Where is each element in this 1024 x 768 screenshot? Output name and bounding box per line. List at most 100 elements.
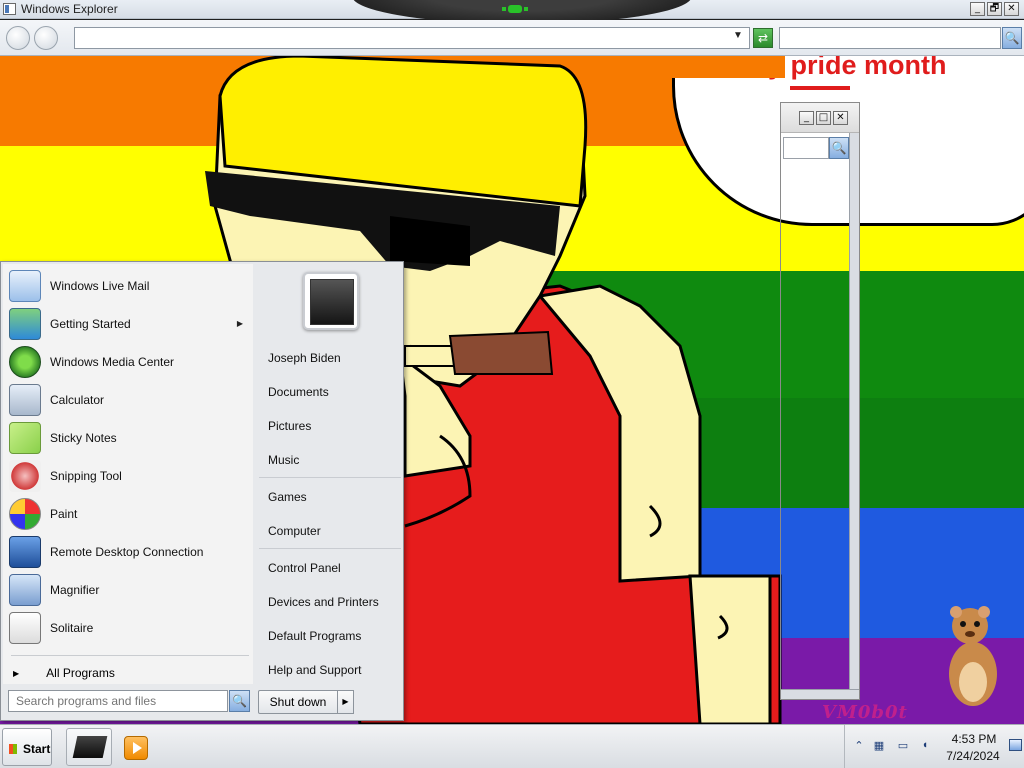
cards-icon: [9, 612, 41, 644]
background-window-frame: [849, 133, 859, 699]
clock-time[interactable]: 4:53 PM: [943, 732, 1005, 746]
start-menu: Windows Live Mail Getting Started ▶ Wind…: [0, 261, 404, 721]
submenu-arrow-icon: ▶: [236, 319, 243, 328]
speech-bubble-text-fragment: [790, 86, 850, 94]
magnifier-icon: [9, 574, 41, 606]
volume-icon[interactable]: ◖: [917, 739, 933, 753]
speech-bubble-text: y pride month: [768, 56, 947, 80]
sticky-notes-icon: [9, 422, 41, 454]
show-hidden-icons-icon[interactable]: ⌃: [851, 739, 867, 753]
start-label: Start: [23, 742, 51, 756]
place-item-default-programs[interactable]: Default Programs: [268, 629, 361, 643]
background-window-controls: _ □ ✕: [799, 111, 848, 125]
program-item-windows-live-mail[interactable]: Windows Live Mail: [9, 268, 249, 304]
minimize-button[interactable]: _: [970, 2, 985, 16]
taskbar: Start ⌃ ▦ ▭ ◖ 4:53 PM 7/24/2024: [0, 724, 1024, 768]
taskbar-app-button[interactable]: [66, 728, 112, 766]
close-button[interactable]: ✕: [1004, 2, 1019, 16]
background-window[interactable]: _ □ ✕ 🔍: [780, 102, 860, 700]
getting-started-icon: [9, 308, 41, 340]
place-item-documents[interactable]: Documents: [268, 385, 329, 399]
program-item-sticky-notes[interactable]: Sticky Notes: [9, 420, 249, 456]
start-button[interactable]: Start: [2, 728, 52, 766]
shutdown-options-arrow-icon[interactable]: ▶: [338, 690, 354, 714]
show-desktop-button[interactable]: [1009, 739, 1022, 751]
explorer-toolbar: ▼ ⇄ 🔍: [0, 20, 1024, 56]
program-item-calculator[interactable]: Calculator: [9, 382, 249, 418]
mail-icon: [9, 270, 41, 302]
program-label: Remote Desktop Connection: [50, 545, 204, 559]
scissors-icon: [9, 460, 41, 492]
refresh-button[interactable]: ⇄: [753, 28, 773, 48]
program-item-remote-desktop-connection[interactable]: Remote Desktop Connection: [9, 534, 249, 570]
all-programs-label: All Programs: [46, 666, 115, 680]
program-label: Snipping Tool: [50, 469, 122, 483]
system-tray: ⌃ ▦ ▭ ◖ 4:53 PM 7/24/2024: [844, 725, 1024, 768]
place-item-games[interactable]: Games: [268, 490, 307, 504]
start-search-input[interactable]: [8, 690, 228, 712]
program-label: Sticky Notes: [50, 431, 117, 445]
place-item-pictures[interactable]: Pictures: [268, 419, 311, 433]
shutdown-button[interactable]: Shut down: [258, 690, 338, 714]
place-item-help-and-support[interactable]: Help and Support: [268, 663, 361, 677]
place-item-user[interactable]: Joseph Biden: [268, 351, 341, 365]
media-player-icon: [124, 736, 148, 760]
background-window-search-input[interactable]: [783, 137, 829, 159]
remote-desktop-icon: [9, 536, 41, 568]
network-icon[interactable]: ▦: [871, 739, 887, 753]
places-separator: [259, 548, 401, 549]
places-pane: Joseph Biden Documents Pictures Music Ga…: [255, 264, 403, 720]
background-window-title-bar[interactable]: _ □ ✕: [781, 103, 859, 133]
restore-button[interactable]: 🗗: [987, 2, 1002, 16]
back-button[interactable]: [6, 26, 30, 50]
display-icon[interactable]: ▭: [895, 739, 911, 753]
program-label: Magnifier: [50, 583, 100, 597]
windows-logo-icon: [9, 744, 17, 754]
program-item-snipping-tool[interactable]: Snipping Tool: [9, 458, 249, 494]
program-label: Paint: [50, 507, 78, 521]
hamster-mascot: [949, 606, 997, 706]
clock-date[interactable]: 7/24/2024: [940, 749, 1006, 763]
user-picture[interactable]: [303, 272, 359, 330]
place-item-computer[interactable]: Computer: [268, 524, 321, 538]
watermark-text: VM0b0t: [822, 702, 908, 723]
programs-pane: Windows Live Mail Getting Started ▶ Wind…: [3, 264, 253, 684]
places-separator: [259, 477, 401, 478]
bg-close-button[interactable]: ✕: [833, 111, 848, 125]
place-item-control-panel[interactable]: Control Panel: [268, 561, 341, 575]
program-label: Solitaire: [50, 621, 94, 635]
bg-maximize-button[interactable]: □: [816, 111, 831, 125]
taskbar-media-player-button[interactable]: [118, 728, 154, 766]
app-window-icon: [72, 736, 108, 758]
program-item-solitaire[interactable]: Solitaire: [9, 610, 249, 646]
program-item-magnifier[interactable]: Magnifier: [9, 572, 249, 608]
all-programs-arrow-icon: ▶: [13, 668, 20, 678]
program-label: Windows Live Mail: [50, 279, 150, 293]
program-label: Windows Media Center: [50, 355, 175, 369]
window-title: Windows Explorer: [21, 2, 118, 16]
start-search-icon[interactable]: 🔍: [229, 690, 250, 712]
program-item-getting-started[interactable]: Getting Started ▶: [9, 306, 249, 342]
all-programs-button[interactable]: ▶ All Programs: [13, 663, 115, 683]
background-window-search-icon[interactable]: 🔍: [829, 137, 849, 159]
place-item-devices-and-printers[interactable]: Devices and Printers: [268, 595, 379, 609]
program-label: Getting Started: [50, 317, 131, 331]
paint-palette-icon: [9, 498, 41, 530]
camera-indicator-icon: [502, 5, 528, 13]
calculator-icon: [9, 384, 41, 416]
program-label: Calculator: [50, 393, 105, 407]
place-item-music[interactable]: Music: [268, 453, 299, 467]
explorer-window-icon: [3, 3, 16, 15]
search-input[interactable]: [779, 27, 1001, 49]
program-item-paint[interactable]: Paint: [9, 496, 249, 532]
media-center-icon: [9, 346, 41, 378]
bg-minimize-button[interactable]: _: [799, 111, 814, 125]
window-controls: _ 🗗 ✕: [970, 2, 1019, 16]
background-window-bottom-frame: [781, 689, 859, 699]
address-bar[interactable]: [74, 27, 750, 49]
search-icon[interactable]: 🔍: [1002, 27, 1022, 49]
programs-divider: [11, 655, 249, 656]
program-item-windows-media-center[interactable]: Windows Media Center: [9, 344, 249, 380]
address-dropdown-icon[interactable]: ▼: [730, 30, 746, 46]
forward-button[interactable]: [34, 26, 58, 50]
